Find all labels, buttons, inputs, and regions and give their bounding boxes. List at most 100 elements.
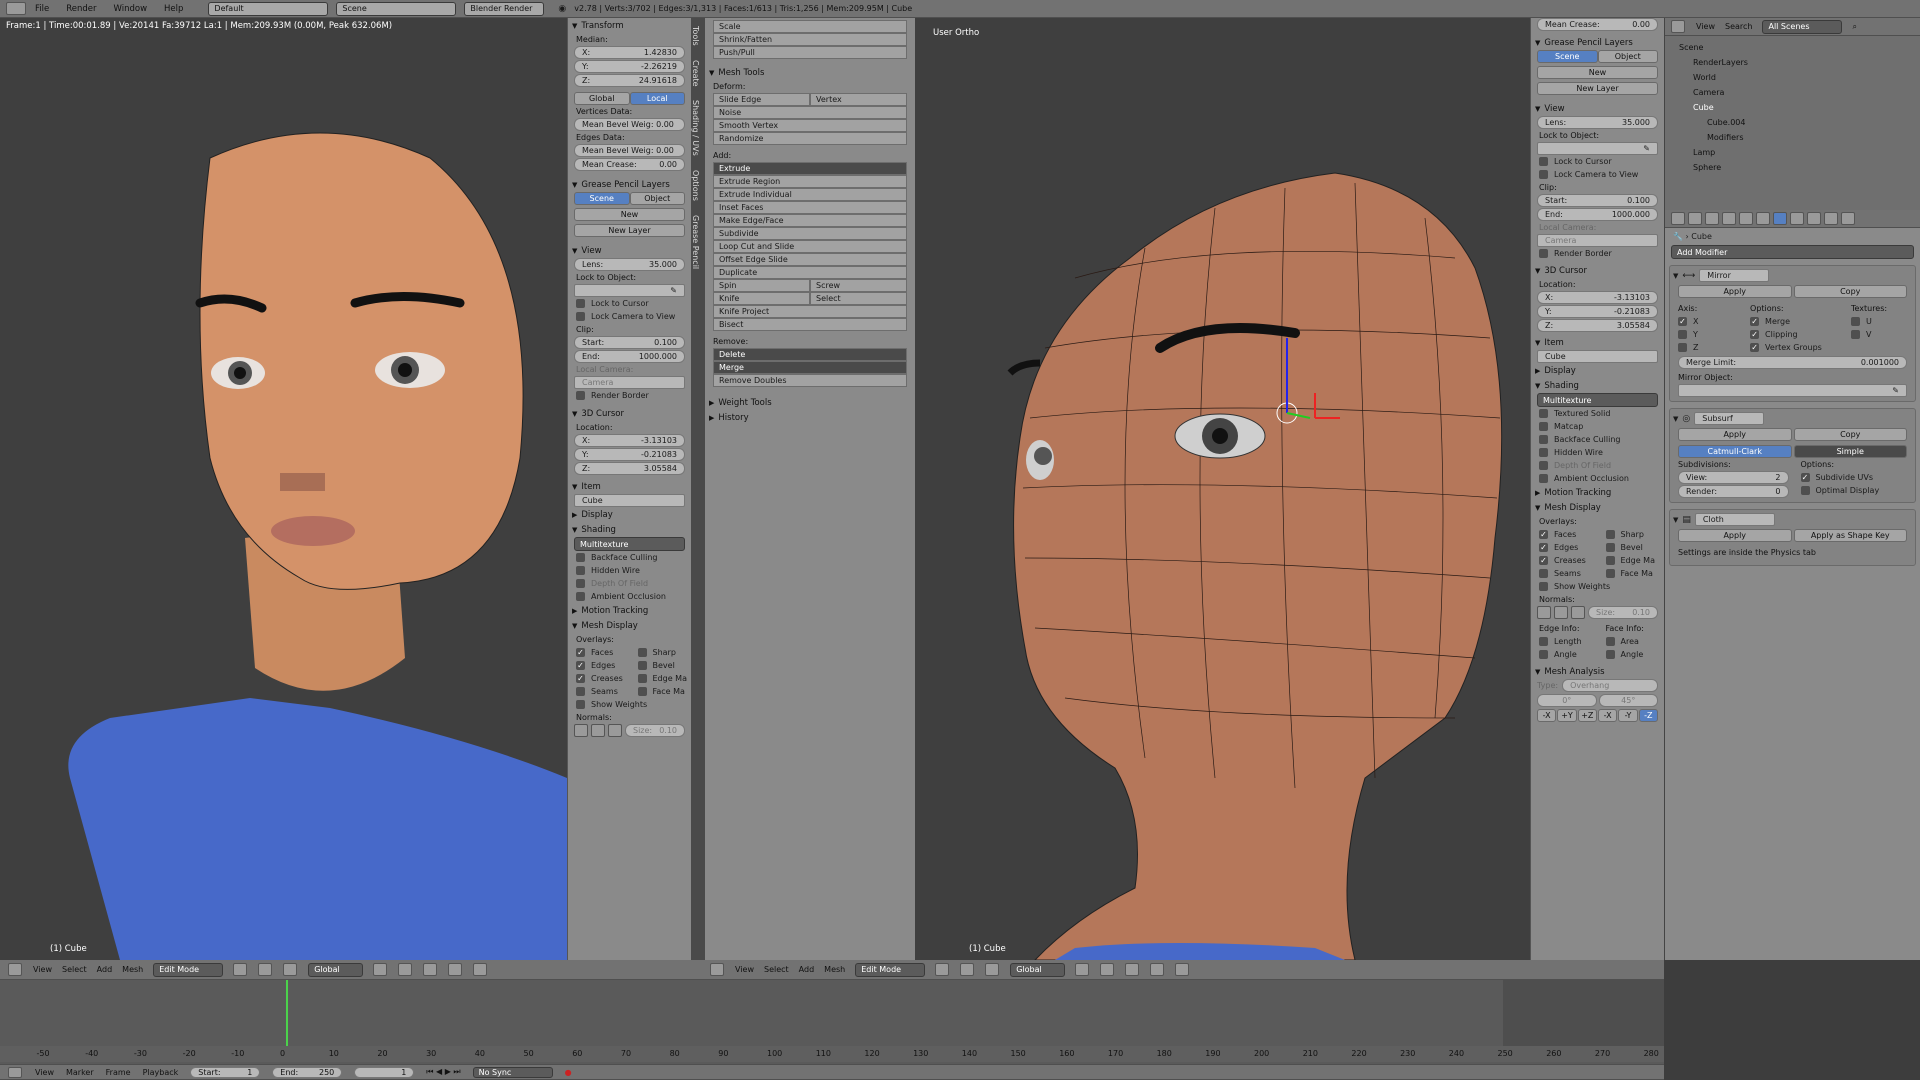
subdivide-uvs-checkbox[interactable]: ✓ Subdivide UVs: [1793, 471, 1916, 484]
normal-vertex-icon[interactable]: [574, 724, 588, 737]
history-header[interactable]: ▶ History: [705, 410, 915, 425]
tab-shading-uvs[interactable]: Shading / UVs: [691, 100, 700, 156]
scene-select[interactable]: Scene: [336, 1, 457, 16]
data-tab-icon[interactable]: [1790, 212, 1804, 225]
tl-menu-playback[interactable]: Playback: [143, 1068, 179, 1077]
menu-file[interactable]: File: [35, 4, 49, 14]
lock-camera-checkbox[interactable]: Lock Camera to View: [568, 310, 691, 323]
item-name-field-right[interactable]: Cube: [1537, 350, 1658, 363]
weight-tools-header[interactable]: ▶ Weight Tools: [705, 395, 915, 410]
knife-project-button[interactable]: Knife Project: [713, 305, 907, 318]
timeline[interactable]: -50 -40 -30 -20 -10 0 10 20 30 40 50 60 70 80 90 100 110…: [0, 980, 1664, 1064]
cloth-name-field[interactable]: Cloth: [1694, 513, 1775, 526]
matcap-checkbox[interactable]: Matcap: [1531, 420, 1664, 433]
editor-type-icon[interactable]: [6, 2, 26, 15]
record-icon[interactable]: ●: [565, 1068, 572, 1077]
dof-checkbox-right[interactable]: Depth Of Field: [1531, 459, 1664, 472]
outliner-modifiers[interactable]: Modifiers: [1671, 130, 1914, 145]
axis-z-checkbox[interactable]: Z: [1670, 341, 1742, 354]
knife-button[interactable]: Knife: [713, 292, 810, 305]
simple-toggle[interactable]: Simple: [1793, 445, 1907, 458]
textured-solid-checkbox[interactable]: Textured Solid: [1531, 407, 1664, 420]
scale-button[interactable]: Scale: [713, 20, 907, 33]
axis-y-checkbox[interactable]: Y: [1670, 328, 1742, 341]
view3d-editor-icon-right[interactable]: [710, 963, 724, 976]
mirror-apply-button[interactable]: Apply: [1678, 285, 1792, 298]
remove-doubles-button[interactable]: Remove Doubles: [713, 374, 907, 387]
sync-select[interactable]: No Sync: [472, 1066, 553, 1078]
display-header[interactable]: ▶ Display: [568, 507, 691, 522]
3d-cursor-header-right[interactable]: ▼ 3D Cursor: [1531, 263, 1664, 278]
view3d-editor-icon[interactable]: [8, 963, 22, 976]
current-frame-field[interactable]: 1: [354, 1066, 415, 1078]
grease-pencil-header[interactable]: ▼ Grease Pencil Layers: [568, 177, 691, 192]
tab-options[interactable]: Options: [691, 170, 700, 201]
outliner-world[interactable]: World: [1671, 70, 1914, 85]
motion-tracking-header-right[interactable]: ▶ Motion Tracking: [1531, 485, 1664, 500]
gp-object-toggle[interactable]: Object: [629, 192, 685, 205]
texture-u-checkbox[interactable]: U: [1843, 315, 1915, 328]
catmull-clark-toggle[interactable]: Catmull-Clark: [1678, 445, 1792, 458]
outliner-menu-search[interactable]: Search: [1725, 22, 1752, 31]
normal-size-field-right[interactable]: Size: 0.10: [1588, 606, 1658, 619]
grease-pencil-header-right[interactable]: ▼ Grease Pencil Layers: [1531, 35, 1664, 50]
mean-crease-field-right[interactable]: Mean Crease: 0.00: [1537, 18, 1658, 31]
face-area-checkbox[interactable]: Area: [1598, 635, 1665, 648]
normal-vertex-icon-right[interactable]: [1537, 606, 1551, 619]
loop-cut-button[interactable]: Loop Cut and Slide: [713, 240, 907, 253]
clip-start-field-right[interactable]: Start: 0.100: [1537, 194, 1658, 207]
extrude-region-button[interactable]: Extrude Region: [713, 175, 907, 188]
optimal-display-checkbox[interactable]: Optimal Display: [1793, 484, 1916, 497]
overlay-faces-checkbox[interactable]: ✓ Faces: [568, 646, 630, 659]
subdiv-render-field[interactable]: Render: 0: [1678, 485, 1789, 498]
spin-button[interactable]: Spin: [713, 279, 810, 292]
gp-new-button-right[interactable]: New: [1537, 66, 1658, 79]
material-tab-icon[interactable]: [1807, 212, 1821, 225]
tl-menu-view[interactable]: View: [35, 1068, 54, 1077]
timeline-editor-icon[interactable]: [8, 1066, 22, 1078]
overlay-bevel-checkbox-right[interactable]: Bevel: [1598, 541, 1665, 554]
render-engine-select[interactable]: Blender Render: [464, 1, 545, 16]
outliner-camera[interactable]: Camera: [1671, 85, 1914, 100]
mode-select[interactable]: Edit Mode: [153, 962, 224, 977]
outliner-lamp[interactable]: Lamp: [1671, 145, 1914, 160]
end-frame-field[interactable]: End: 250: [272, 1066, 343, 1078]
transform-header[interactable]: ▼ Transform: [568, 18, 691, 33]
lens-field[interactable]: Lens: 35.000: [574, 258, 685, 271]
overlay-edge-marks-checkbox[interactable]: Edge Ma: [630, 672, 692, 685]
cursor-z-field[interactable]: Z: 3.05584: [574, 462, 685, 475]
render-border-checkbox[interactable]: Render Border: [568, 389, 691, 402]
noise-button[interactable]: Noise: [713, 106, 907, 119]
bisect-button[interactable]: Bisect: [713, 318, 907, 331]
median-x-field[interactable]: X: 1.42830: [574, 46, 685, 59]
overlay-face-marks-checkbox[interactable]: Face Ma: [630, 685, 692, 698]
tab-grease-pencil[interactable]: Grease Pencil: [691, 215, 700, 269]
item-name-field[interactable]: Cube: [574, 494, 685, 507]
motion-tracking-header[interactable]: ▶ Motion Tracking: [568, 603, 691, 618]
snap-icon-right[interactable]: [1150, 963, 1165, 976]
object-tab-icon[interactable]: [1739, 212, 1753, 225]
duplicate-button[interactable]: Duplicate: [713, 266, 907, 279]
dof-checkbox[interactable]: Depth Of Field: [568, 577, 691, 590]
render-tab-icon[interactable]: [1688, 212, 1702, 225]
axis-btn-5[interactable]: -Y: [1618, 709, 1638, 722]
cursor-y-field[interactable]: Y: -0.21083: [574, 448, 685, 461]
header-menu-add[interactable]: Add: [97, 965, 113, 974]
overlay-bevel-checkbox[interactable]: Bevel: [630, 659, 692, 672]
overlay-edges-checkbox[interactable]: ✓ Edges: [568, 659, 630, 672]
mean-bevel-weight-field[interactable]: Mean Bevel Weig: 0.00: [574, 118, 685, 131]
vertex-select-icon-right[interactable]: [1075, 963, 1090, 976]
shading-select-right[interactable]: Multitexture: [1537, 393, 1658, 407]
view-header-right[interactable]: ▼ View: [1531, 101, 1664, 116]
inset-faces-button[interactable]: Inset Faces: [713, 201, 907, 214]
edge-angle-checkbox[interactable]: Angle: [1531, 648, 1598, 661]
view-header[interactable]: ▼ View: [568, 243, 691, 258]
outliner-search-icon[interactable]: ⌕: [1852, 22, 1856, 32]
mesh-display-header[interactable]: ▼ Mesh Display: [568, 618, 691, 633]
normal-size-field[interactable]: Size: 0.10: [625, 724, 685, 737]
menu-render[interactable]: Render: [66, 4, 96, 14]
menu-help[interactable]: Help: [164, 4, 183, 14]
gp-object-toggle-right[interactable]: Object: [1597, 50, 1658, 63]
mesh-tools-header[interactable]: ▼ Mesh Tools: [705, 65, 915, 80]
outliner-cube[interactable]: Cube: [1671, 100, 1914, 115]
